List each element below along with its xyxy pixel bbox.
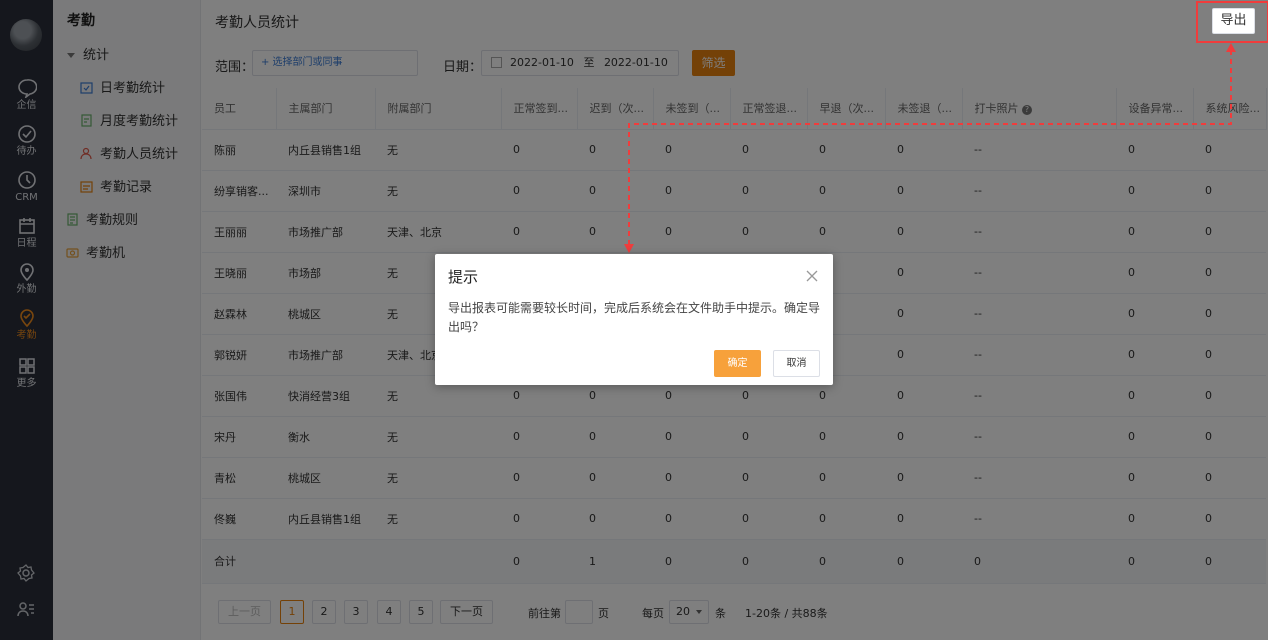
annotation-highlight-box — [1196, 1, 1268, 43]
cancel-button[interactable]: 取消 — [773, 350, 820, 377]
dialog-message: 导出报表可能需要较长时间，完成后系统会在文件助手中提示。确定导出吗？ — [448, 301, 821, 334]
confirm-button[interactable]: 确定 — [714, 350, 761, 377]
dialog-title: 提示 — [448, 268, 479, 286]
close-icon[interactable] — [806, 270, 818, 282]
export-confirm-dialog: 提示 导出报表可能需要较长时间，完成后系统会在文件助手中提示。确定导出吗？ 确定… — [435, 254, 833, 385]
